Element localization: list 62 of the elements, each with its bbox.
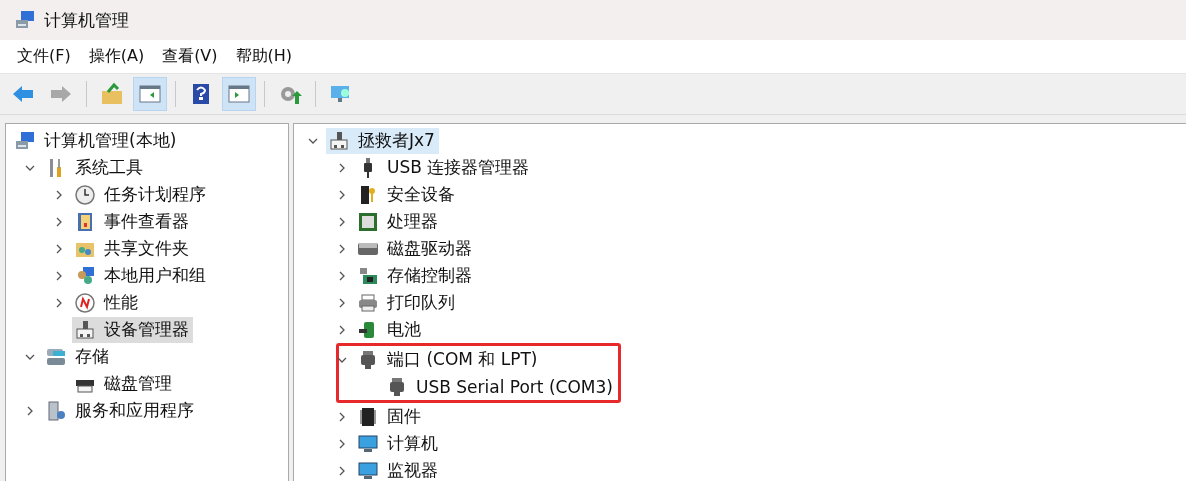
monitor-icon <box>357 459 379 481</box>
firmware-icon <box>357 405 379 428</box>
tree-item[interactable]: 事件查看器 <box>72 208 193 235</box>
expand-chevron-icon[interactable] <box>337 270 347 281</box>
menu-item[interactable]: 文件(F) <box>8 43 80 70</box>
monitor-icon <box>357 432 379 455</box>
expand-chevron-icon[interactable] <box>337 438 347 449</box>
gauge-icon <box>74 291 96 314</box>
action-pane-icon <box>227 82 251 106</box>
expand-chevron-icon[interactable] <box>337 411 347 422</box>
expand-chevron-icon[interactable] <box>54 216 64 227</box>
tree-item[interactable]: 处理器 <box>355 208 442 235</box>
tree-item[interactable]: 监视器 <box>355 457 442 481</box>
tree-item[interactable]: 存储控制器 <box>355 262 476 289</box>
tree-item[interactable]: 固件 <box>355 403 425 430</box>
expand-chevron-icon[interactable] <box>337 189 347 200</box>
tree-item[interactable]: 共享文件夹 <box>72 235 193 262</box>
expand-chevron-icon[interactable] <box>54 297 64 308</box>
tree-item[interactable]: 任务计划程序 <box>72 181 210 208</box>
tree-item[interactable]: 磁盘管理 <box>72 370 176 397</box>
console-tree-icon <box>138 82 162 106</box>
tree-item[interactable]: 磁盘驱动器 <box>355 235 476 262</box>
menu-item[interactable]: 查看(V) <box>153 43 227 70</box>
device-icon <box>328 129 350 152</box>
clock-icon <box>74 183 96 206</box>
tree-item[interactable]: 设备管理器 <box>72 316 193 343</box>
expand-chevron-icon[interactable] <box>54 270 64 281</box>
tree-item[interactable]: 拯救者Jx7 <box>326 127 439 154</box>
tree-item[interactable]: 安全设备 <box>355 181 459 208</box>
expand-chevron-icon[interactable] <box>337 243 347 254</box>
printer-icon <box>357 291 379 314</box>
device-icon <box>74 318 96 341</box>
expand-chevron-icon[interactable] <box>337 324 347 335</box>
expand-chevron-icon[interactable] <box>25 405 35 416</box>
tree-item[interactable]: 系统工具 <box>43 154 147 181</box>
expand-chevron-icon[interactable] <box>337 465 347 476</box>
tree-item[interactable]: USB 连接器管理器 <box>355 154 534 181</box>
expand-chevron-icon[interactable] <box>54 243 64 254</box>
server-icon <box>45 399 67 422</box>
expand-chevron-icon[interactable] <box>337 216 347 227</box>
tree-item[interactable]: 性能 <box>72 289 142 316</box>
expand-chevron-icon[interactable] <box>337 297 347 308</box>
window-title: 计算机管理 <box>44 8 129 32</box>
tree-item[interactable]: USB Serial Port (COM3) <box>384 373 617 400</box>
tree-item[interactable]: 端口 (COM 和 LPT) <box>355 346 542 373</box>
computer-icon <box>14 129 36 152</box>
tree-item[interactable]: 计算机管理(本地) <box>12 127 181 154</box>
tree-item[interactable]: 本地用户和组 <box>72 262 210 289</box>
toolbar-button[interactable] <box>222 77 256 111</box>
tree-item[interactable]: 存储 <box>43 343 113 370</box>
expand-chevron-icon[interactable] <box>337 162 347 173</box>
toolbar-button[interactable] <box>133 77 167 111</box>
menu-item[interactable]: 帮助(H) <box>226 43 302 70</box>
expand-chevron-icon[interactable] <box>54 189 64 200</box>
tree-item[interactable]: 电池 <box>355 316 425 343</box>
computer-icon <box>14 9 36 31</box>
tree-item[interactable]: 计算机 <box>355 430 442 457</box>
tree-item[interactable]: 打印队列 <box>355 289 459 316</box>
chip-icon <box>357 210 379 233</box>
tree-item[interactable]: 服务和应用程序 <box>43 397 198 424</box>
folder-up-icon <box>100 82 124 106</box>
menu-item[interactable]: 操作(A) <box>79 43 154 70</box>
